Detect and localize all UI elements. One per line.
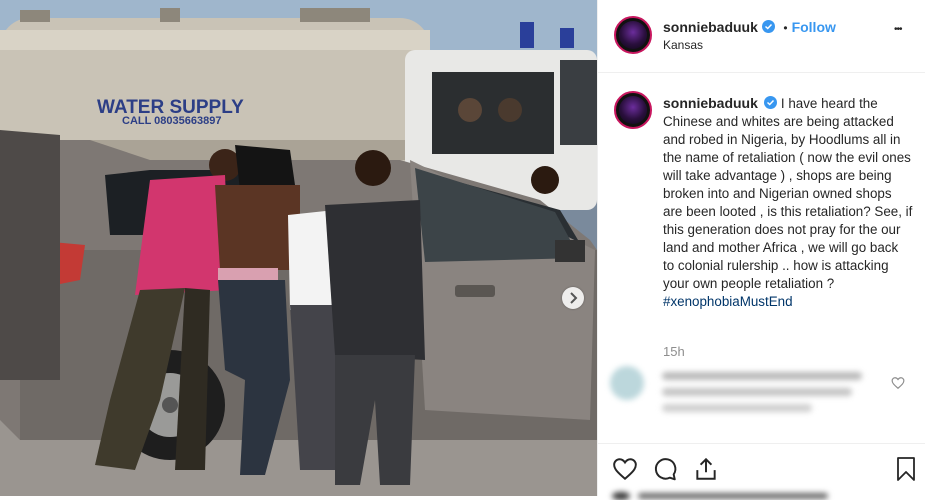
caption-username[interactable]: sonniebaduuk bbox=[663, 95, 758, 111]
street-scene-image: WATER SUPPLY CALL 08035663897 bbox=[0, 0, 597, 496]
action-bar bbox=[598, 443, 925, 500]
follow-button[interactable]: Follow bbox=[792, 19, 836, 35]
caption-text: I have heard the Chinese and whites are … bbox=[663, 96, 913, 291]
chevron-right-icon bbox=[570, 292, 578, 304]
verified-badge-icon bbox=[763, 96, 777, 109]
location-link[interactable]: Kansas bbox=[663, 38, 703, 52]
post-side-panel: sonniebaduuk • Follow Kansas ••• sonnieba… bbox=[597, 0, 925, 500]
post-time: 15h bbox=[663, 344, 685, 359]
username-link[interactable]: sonniebaduuk bbox=[663, 19, 758, 35]
blurred-comment bbox=[610, 364, 910, 424]
heart-icon bbox=[613, 458, 637, 481]
dot-separator: • bbox=[783, 21, 788, 35]
comment-icon bbox=[654, 458, 677, 481]
verified-badge-icon bbox=[761, 20, 775, 33]
hashtag-link[interactable]: #xenophobiaMustEnd bbox=[663, 294, 793, 309]
blurred-likes-row bbox=[612, 492, 832, 500]
heart-icon bbox=[891, 377, 905, 390]
save-button[interactable] bbox=[894, 456, 918, 487]
bookmark-icon bbox=[897, 457, 915, 481]
comment-like-button[interactable] bbox=[891, 376, 905, 390]
like-button[interactable] bbox=[612, 456, 638, 487]
post-header: sonniebaduuk • Follow Kansas ••• bbox=[598, 0, 925, 73]
post-photo: WATER SUPPLY CALL 08035663897 bbox=[0, 0, 597, 496]
comment-button[interactable] bbox=[652, 456, 678, 487]
more-options-button[interactable]: ••• bbox=[894, 24, 902, 35]
post-caption: sonniebaduuk I have heard the Chinese and… bbox=[663, 94, 913, 311]
next-photo-button[interactable] bbox=[562, 287, 584, 309]
caption-avatar[interactable] bbox=[614, 91, 652, 129]
truck-phone: CALL 08035663897 bbox=[122, 115, 221, 127]
share-icon bbox=[696, 457, 716, 480]
share-button[interactable] bbox=[693, 456, 719, 487]
avatar[interactable] bbox=[614, 16, 652, 54]
